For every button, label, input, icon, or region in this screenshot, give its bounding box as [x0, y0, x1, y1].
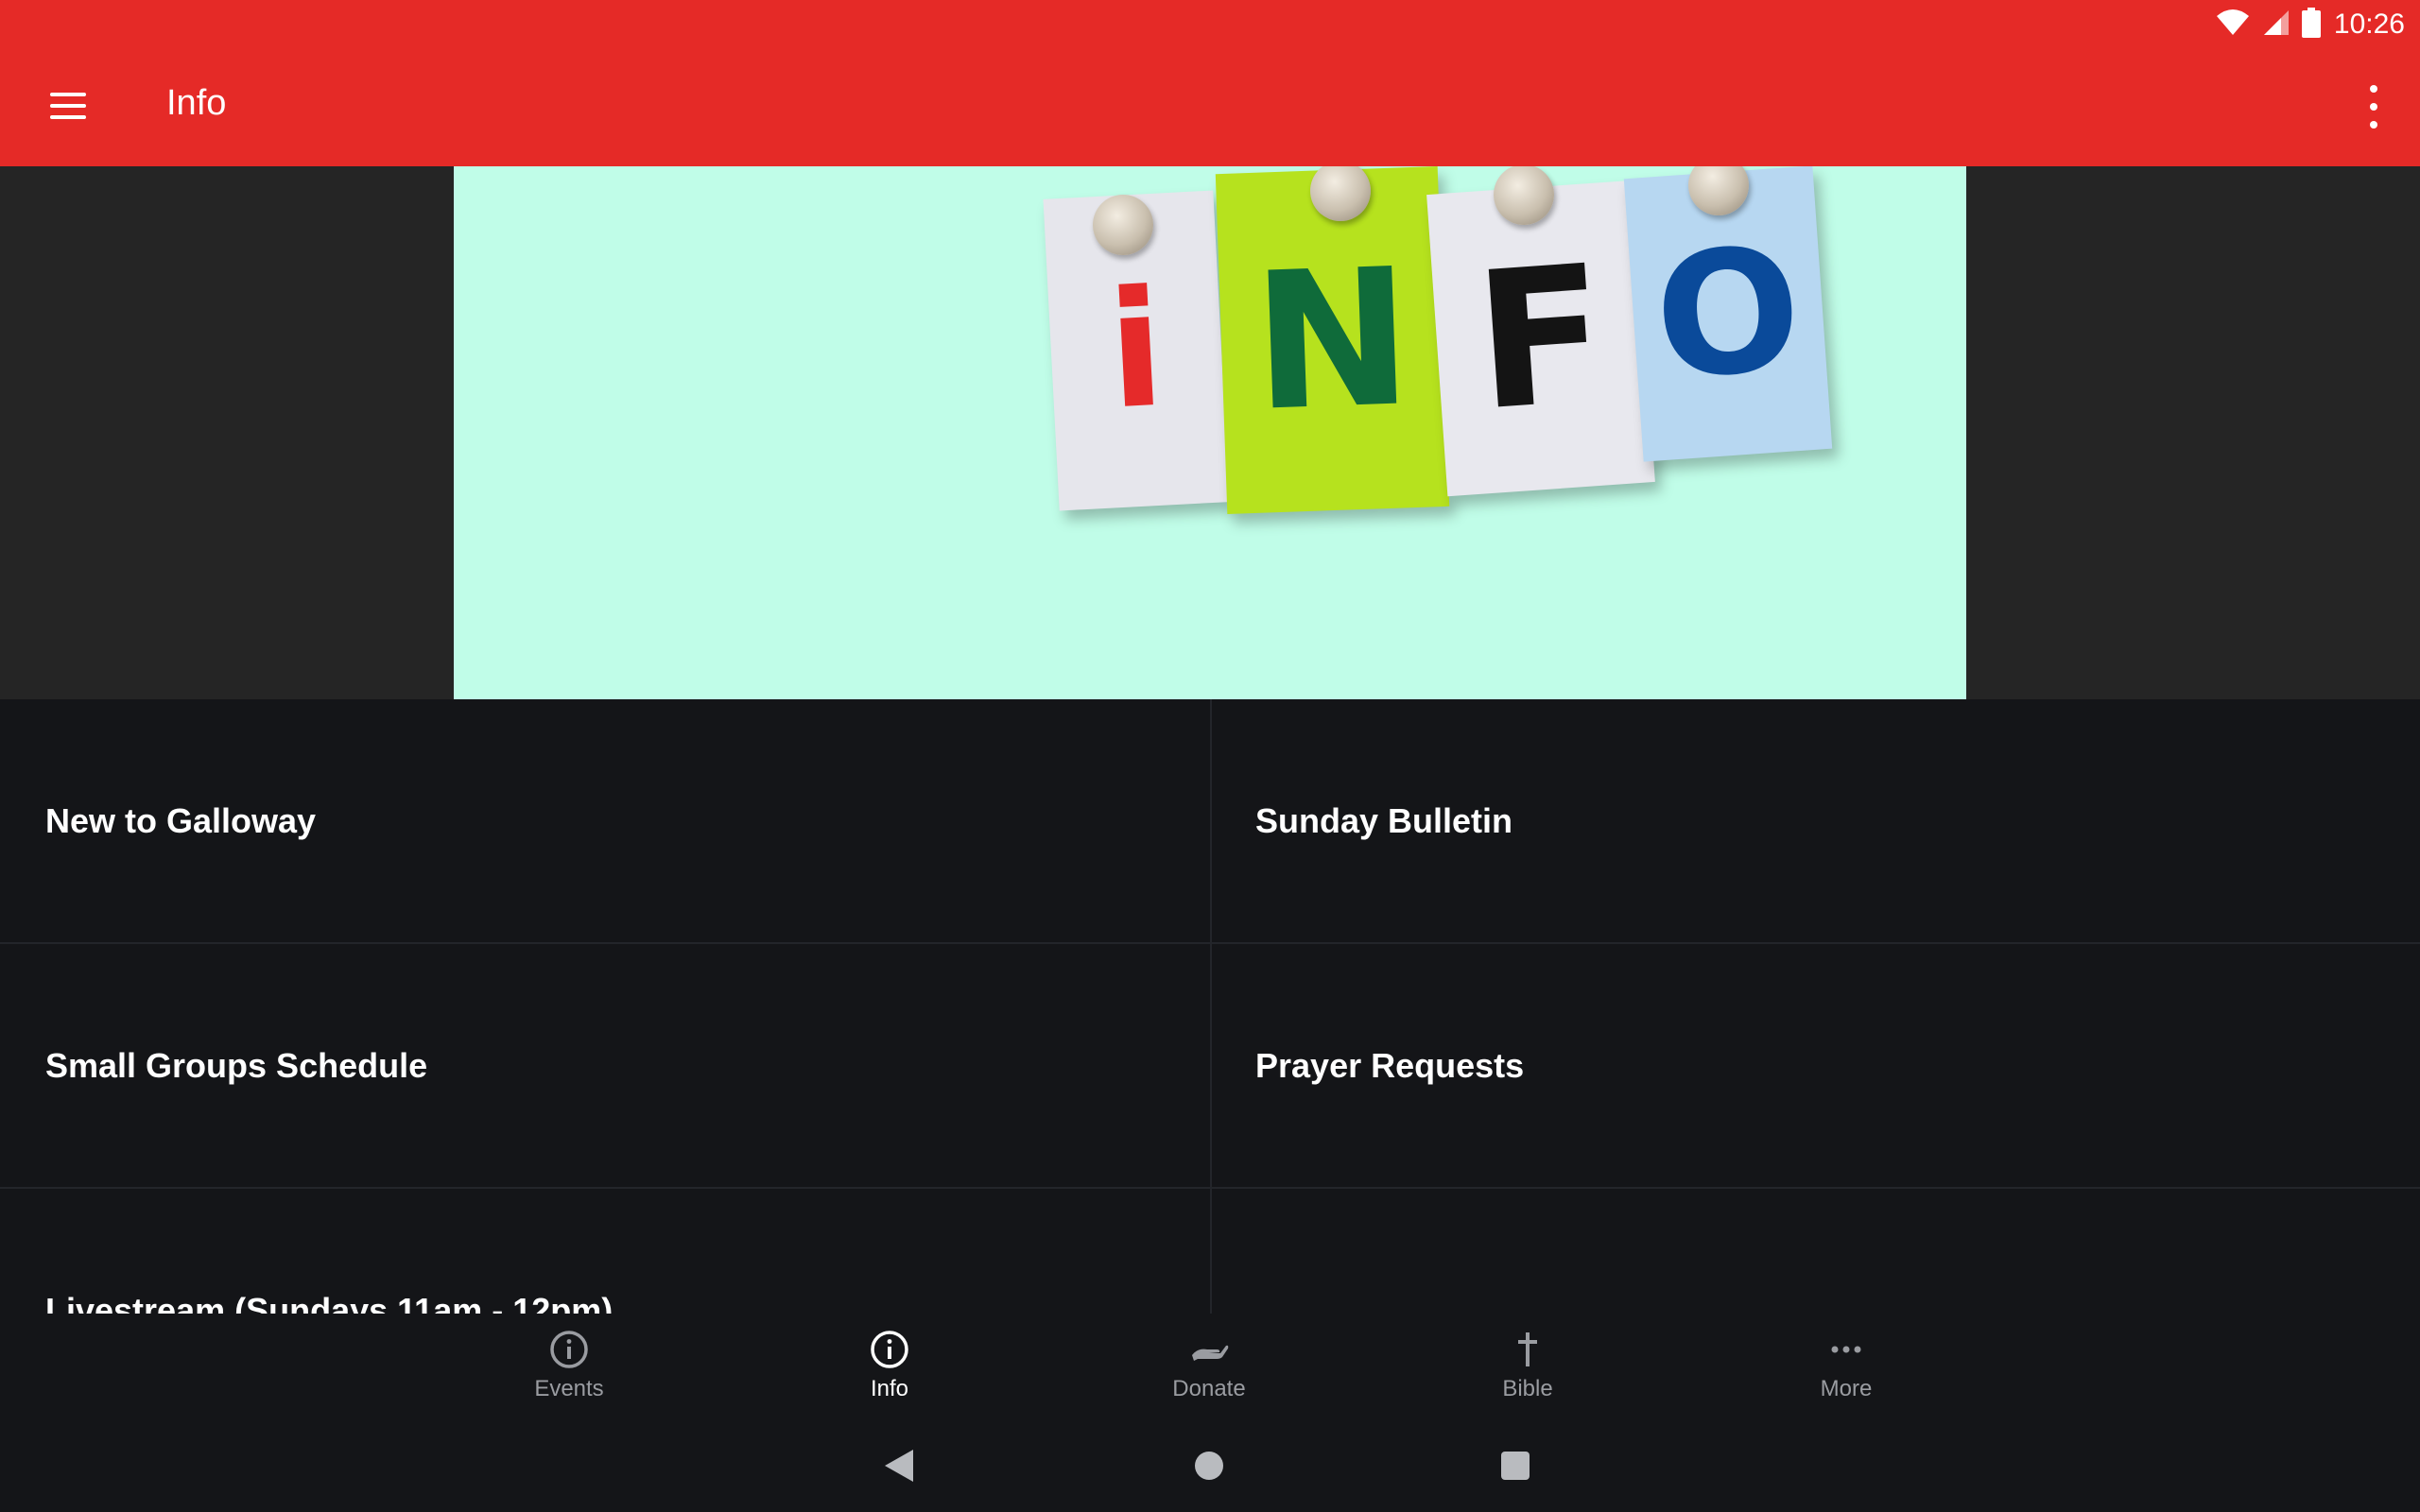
recents-icon[interactable]: [1501, 1452, 1530, 1480]
hero-letter-f: F: [1468, 224, 1614, 453]
nav-item-bible[interactable]: Bible: [1433, 1329, 1622, 1414]
wifi-icon: [2216, 9, 2249, 42]
more-vert-icon[interactable]: [2360, 85, 2388, 129]
system-navigation-bar: [0, 1418, 2420, 1512]
grid-item-label: Prayer Requests: [1255, 1045, 1525, 1085]
home-icon[interactable]: [1195, 1452, 1223, 1480]
nav-item-label: Donate: [1172, 1376, 1246, 1401]
grid-item-label: Sunday Bulletin: [1255, 800, 1513, 840]
app-bar: 10:26 Info: [0, 0, 2420, 166]
hero-letter-i: i: [1103, 255, 1169, 446]
status-time: 10:26: [2333, 9, 2405, 40]
hero-card-f: F: [1426, 180, 1655, 497]
nav-item-events[interactable]: Events: [475, 1329, 664, 1414]
grid-item-livestream[interactable]: Livestream (Sundays 11am - 12pm): [0, 1189, 1210, 1314]
grid-divider: [1210, 699, 1212, 1314]
hero-letter-o: O: [1649, 210, 1807, 418]
nav-item-label: Bible: [1502, 1376, 1553, 1401]
grid-item-empty: [1211, 1189, 2420, 1314]
cross-icon: [1518, 1332, 1537, 1366]
info-icon: [550, 1331, 588, 1368]
info-grid: New to Galloway Sunday Bulletin Small Gr…: [0, 699, 2420, 1314]
grid-item-label: New to Galloway: [45, 800, 317, 840]
nav-item-more[interactable]: More: [1752, 1329, 1941, 1414]
hamburger-menu-icon[interactable]: [42, 79, 95, 132]
hero-banner: i N F O: [0, 166, 2420, 699]
status-bar: 10:26: [2216, 6, 2405, 43]
hero-letter-n: N: [1249, 227, 1416, 454]
info-icon: [871, 1331, 908, 1368]
pin-icon: [1494, 166, 1554, 225]
page-title: Info: [166, 83, 227, 123]
nav-item-info[interactable]: Info: [795, 1329, 984, 1414]
grid-item-sunday-bulletin[interactable]: Sunday Bulletin: [1211, 699, 2420, 944]
nav-item-label: Info: [870, 1376, 909, 1401]
grid-item-prayer-requests[interactable]: Prayer Requests: [1211, 944, 2420, 1189]
grid-item-small-groups-schedule[interactable]: Small Groups Schedule: [0, 944, 1210, 1189]
nav-item-label: Events: [534, 1376, 604, 1401]
bottom-navigation: Events Info Donate Bible More: [0, 1314, 2420, 1418]
hero-image: i N F O: [454, 166, 1966, 699]
grid-item-new-to-galloway[interactable]: New to Galloway: [0, 699, 1210, 944]
cell-signal-icon: [2262, 9, 2289, 42]
nav-item-label: More: [1820, 1376, 1873, 1401]
grid-item-label: Livestream (Sundays 11am - 12pm): [45, 1290, 614, 1314]
nav-item-donate[interactable]: Donate: [1115, 1329, 1304, 1414]
donate-hand-icon: [1192, 1345, 1229, 1361]
grid-item-label: Small Groups Schedule: [45, 1045, 428, 1085]
pin-icon: [1093, 195, 1153, 255]
back-icon[interactable]: [885, 1450, 915, 1482]
more-horiz-icon: [1831, 1346, 1861, 1353]
battery-icon: [2301, 7, 2321, 43]
